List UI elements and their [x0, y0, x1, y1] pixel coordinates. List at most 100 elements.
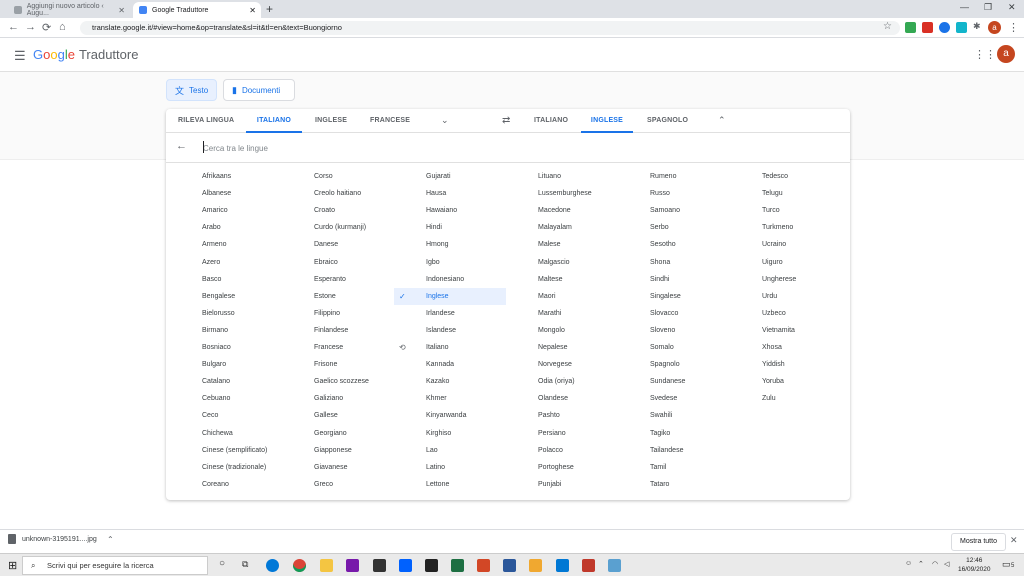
language-option[interactable]: Afrikaans [170, 168, 282, 185]
language-option[interactable]: Estone [282, 288, 394, 305]
language-option[interactable]: Samoano [618, 202, 730, 219]
language-option[interactable]: Vietnamita [730, 322, 842, 339]
back-arrow-icon[interactable]: ← [8, 21, 19, 33]
language-option[interactable]: Lussemburghese [506, 185, 618, 202]
language-option[interactable]: Serbo [618, 219, 730, 236]
minimize-icon[interactable]: — [960, 2, 969, 12]
language-option[interactable]: Sindhi [618, 271, 730, 288]
mail-icon[interactable] [556, 559, 569, 572]
language-option[interactable]: Shona [618, 254, 730, 271]
system-clock[interactable]: 12:46 16/09/2020 [958, 556, 991, 574]
tab-detect-language[interactable]: RILEVA LINGUA [178, 109, 234, 133]
language-option[interactable]: Chichewa [170, 425, 282, 442]
language-option[interactable]: Malayalam [506, 219, 618, 236]
language-option[interactable]: Ebraico [282, 254, 394, 271]
language-option[interactable]: Svedese [618, 390, 730, 407]
language-option[interactable]: Frisone [282, 356, 394, 373]
language-option[interactable]: Swahili [618, 407, 730, 424]
language-option[interactable]: Coreano [170, 476, 282, 493]
language-option[interactable]: Hawaiano [394, 202, 506, 219]
taskbar-search-box[interactable]: ⌕ Scrivi qui per eseguire la ricerca [22, 556, 208, 575]
bookmark-star-icon[interactable]: ☆ [883, 21, 892, 32]
tab-target-italian[interactable]: ITALIANO [534, 109, 568, 133]
language-option[interactable]: Finlandese [282, 322, 394, 339]
dropbox-icon[interactable] [399, 559, 412, 572]
language-option[interactable]: Somalo [618, 339, 730, 356]
language-option[interactable]: Hausa [394, 185, 506, 202]
language-option[interactable]: Creolo haitiano [282, 185, 394, 202]
language-option[interactable]: Albanese [170, 185, 282, 202]
browser-tab-inactive[interactable]: Aggiungi nuovo articolo ‹ Augu... ✕ [8, 2, 130, 18]
language-option[interactable]: Turco [730, 202, 842, 219]
file-explorer-icon[interactable] [320, 559, 333, 572]
app-icon[interactable] [425, 559, 438, 572]
language-option[interactable]: Olandese [506, 390, 618, 407]
language-option[interactable]: Sesotho [618, 236, 730, 253]
reload-icon[interactable]: ⟳ [42, 21, 51, 34]
language-option[interactable]: Azero [170, 254, 282, 271]
tab-source-italian[interactable]: ITALIANO [246, 109, 302, 133]
restore-icon[interactable]: ❐ [984, 2, 992, 13]
language-option[interactable]: Nepalese [506, 339, 618, 356]
language-option[interactable]: Tamil [618, 459, 730, 476]
home-icon[interactable]: ⌂ [59, 21, 66, 33]
language-option[interactable]: Irlandese [394, 305, 506, 322]
language-option[interactable]: Maltese [506, 271, 618, 288]
language-option[interactable]: Lituano [506, 168, 618, 185]
notifications-icon[interactable]: ▭ [1002, 559, 1011, 570]
language-option[interactable]: Yiddish [730, 356, 842, 373]
documents-mode-button[interactable]: ▮ Documenti [223, 79, 295, 101]
language-option[interactable]: Giavanese [282, 459, 394, 476]
language-option[interactable]: Croato [282, 202, 394, 219]
tab-source-english[interactable]: INGLESE [315, 109, 347, 133]
extension-icon[interactable] [956, 22, 967, 33]
language-option[interactable]: Mongolo [506, 322, 618, 339]
language-option[interactable]: Norvegese [506, 356, 618, 373]
language-option[interactable]: Gaelico scozzese [282, 373, 394, 390]
language-option[interactable]: Giapponese [282, 442, 394, 459]
language-option[interactable]: Hmong [394, 236, 506, 253]
language-option[interactable]: Tataro [618, 476, 730, 493]
language-option[interactable]: Turkmeno [730, 219, 842, 236]
language-option[interactable]: Georgiano [282, 425, 394, 442]
language-option[interactable]: Gujarati [394, 168, 506, 185]
url-field[interactable]: translate.google.it/#view=home&op=transl… [80, 21, 900, 35]
language-option[interactable]: Armeno [170, 236, 282, 253]
pdf-extension-icon[interactable] [922, 22, 933, 33]
hamburger-menu-icon[interactable]: ☰ [14, 48, 26, 64]
language-option[interactable]: Malgascio [506, 254, 618, 271]
language-option[interactable]: Cinese (semplificato) [170, 442, 282, 459]
language-option[interactable]: Odia (oriya) [506, 373, 618, 390]
language-option[interactable]: Macedone [506, 202, 618, 219]
language-option[interactable]: Gallese [282, 407, 394, 424]
language-option[interactable]: Islandese [394, 322, 506, 339]
language-option[interactable]: Marathi [506, 305, 618, 322]
language-option[interactable]: Igbo [394, 254, 506, 271]
language-option[interactable]: Khmer [394, 390, 506, 407]
language-option[interactable]: Esperanto [282, 271, 394, 288]
language-option[interactable]: Catalano [170, 373, 282, 390]
task-view-icon[interactable]: ⧉ [242, 559, 248, 570]
language-option[interactable]: Maori [506, 288, 618, 305]
language-option[interactable]: Indonesiano [394, 271, 506, 288]
language-search-input[interactable] [203, 140, 603, 156]
chevron-up-icon[interactable]: ⌃ [107, 535, 114, 544]
language-option[interactable]: Rumeno [618, 168, 730, 185]
language-option[interactable]: Galiziano [282, 390, 394, 407]
language-option[interactable]: Kannada [394, 356, 506, 373]
language-option[interactable]: Xhosa [730, 339, 842, 356]
language-option[interactable]: Danese [282, 236, 394, 253]
word-icon[interactable] [503, 559, 516, 572]
language-option[interactable]: Slovacco [618, 305, 730, 322]
language-option[interactable]: Tailandese [618, 442, 730, 459]
cortana-icon[interactable]: ○ [219, 558, 225, 569]
language-option[interactable]: Filippino [282, 305, 394, 322]
chrome-icon[interactable] [293, 559, 306, 572]
language-option[interactable]: Cebuano [170, 390, 282, 407]
powerpoint-icon[interactable] [477, 559, 490, 572]
language-option[interactable]: Malese [506, 236, 618, 253]
tab-target-spanish[interactable]: SPAGNOLO [647, 109, 688, 133]
tab-source-french[interactable]: FRANCESE [370, 109, 410, 133]
language-option[interactable]: Telugu [730, 185, 842, 202]
language-option[interactable]: Kinyarwanda [394, 407, 506, 424]
